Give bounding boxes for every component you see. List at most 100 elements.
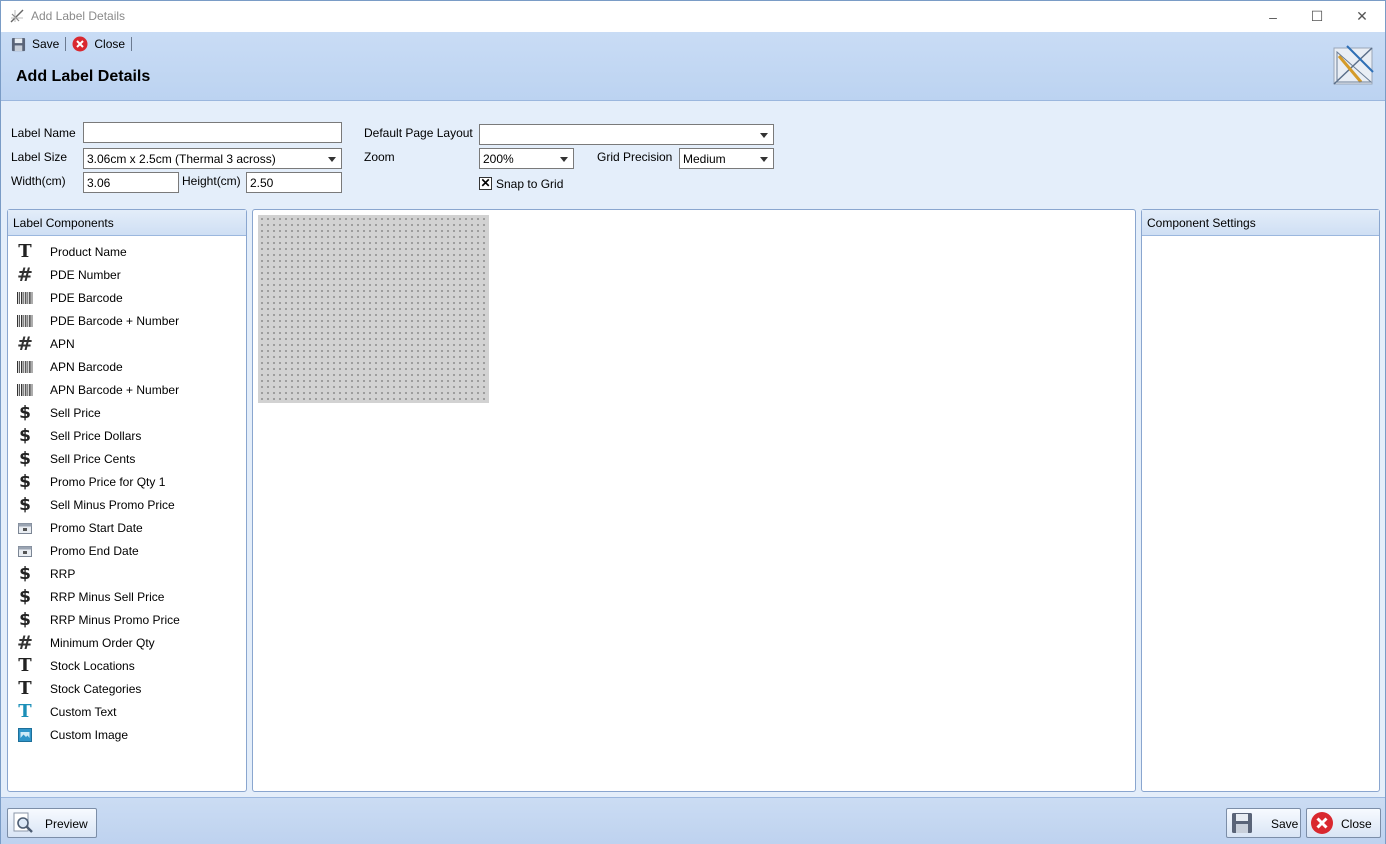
page-title: Add Label Details: [16, 68, 151, 85]
close-button[interactable]: Close: [1306, 808, 1381, 838]
close-circle-icon: [72, 36, 88, 52]
drafting-tools-icon: [1333, 45, 1374, 85]
label-component-item[interactable]: Promo End Date: [8, 539, 246, 562]
label-component-item[interactable]: PDE Barcode + Number: [8, 309, 246, 332]
header-band: Save Close Add Label Details: [1, 32, 1385, 101]
label-component-label: RRP Minus Promo Price: [50, 612, 180, 627]
label-component-label: RRP Minus Sell Price: [50, 589, 165, 604]
label-component-item[interactable]: APN Barcode: [8, 355, 246, 378]
dollar-icon: $: [19, 448, 31, 469]
label-component-item[interactable]: APN Barcode + Number: [8, 378, 246, 401]
label-component-item[interactable]: Custom Image: [8, 723, 246, 746]
minimize-button[interactable]: –: [1250, 1, 1296, 32]
label-components-list: T Product Name # PDE Number PDE Barcode PDE B…: [8, 236, 246, 746]
close-window-button[interactable]: ✕: [1339, 1, 1385, 32]
calendar-icon: [16, 519, 34, 537]
label-size-label: Label Size: [11, 150, 68, 164]
barcode-icon: [16, 358, 34, 376]
label-component-label: Minimum Order Qty: [50, 635, 155, 650]
label-size-value: 3.06cm x 2.5cm (Thermal 3 across): [87, 152, 276, 166]
grid-precision-select[interactable]: Medium: [679, 148, 774, 169]
toolbar-close-label: Close: [94, 37, 126, 51]
label-component-item[interactable]: $ Sell Price Cents: [8, 447, 246, 470]
label-component-label: Stock Categories: [50, 681, 142, 696]
label-component-label: Sell Price Dollars: [50, 428, 142, 443]
chevron-down-icon: [760, 157, 768, 162]
label-component-item[interactable]: $ Sell Price: [8, 401, 246, 424]
label-component-label: RRP: [50, 566, 76, 581]
toolbar-close-button[interactable]: Close: [68, 35, 129, 53]
close-circle-icon: [1311, 812, 1333, 834]
label-component-label: Product Name: [50, 244, 127, 259]
label-component-item[interactable]: $ Sell Price Dollars: [8, 424, 246, 447]
close-icon: ✕: [1356, 8, 1368, 24]
width-label: Width(cm): [11, 174, 66, 188]
label-component-item[interactable]: Promo Start Date: [8, 516, 246, 539]
hash-icon: #: [17, 263, 33, 286]
label-design-grid[interactable]: [258, 215, 489, 403]
text-icon: T: [18, 677, 32, 699]
snap-to-grid-label: Snap to Grid: [496, 177, 564, 191]
height-input[interactable]: 2.50: [246, 172, 342, 193]
label-name-label: Label Name: [11, 126, 76, 140]
zoom-select[interactable]: 200%: [479, 148, 574, 169]
magnifier-icon: [13, 812, 33, 833]
default-page-layout-label: Default Page Layout: [364, 126, 473, 140]
default-page-layout-select[interactable]: [479, 124, 774, 145]
dollar-icon: $: [19, 402, 31, 423]
footer-bar: Preview Save Close: [1, 797, 1385, 844]
toolbar-save-button[interactable]: Save: [7, 35, 63, 53]
toolbar: Save Close: [7, 34, 134, 54]
label-name-input[interactable]: [83, 122, 342, 143]
label-component-item[interactable]: # APN: [8, 332, 246, 355]
barcode-icon: [16, 381, 34, 399]
zoom-value: 200%: [483, 152, 514, 166]
barcode-icon: [16, 312, 34, 330]
text-icon: T: [18, 654, 32, 676]
calendar-icon: [16, 542, 34, 560]
chevron-down-icon: [328, 157, 336, 162]
label-component-label: Promo Start Date: [50, 520, 143, 535]
label-component-label: PDE Number: [50, 267, 121, 282]
custom-text-icon: T: [18, 700, 32, 722]
dollar-icon: $: [19, 609, 31, 630]
dollar-icon: $: [19, 494, 31, 515]
width-input[interactable]: 3.06: [83, 172, 179, 193]
label-component-item[interactable]: $ Promo Price for Qty 1: [8, 470, 246, 493]
label-components-header: Label Components: [8, 210, 246, 236]
label-component-item[interactable]: $ RRP Minus Sell Price: [8, 585, 246, 608]
label-component-label: Sell Minus Promo Price: [50, 497, 175, 512]
label-component-item[interactable]: # PDE Number: [8, 263, 246, 286]
component-settings-header: Component Settings: [1142, 210, 1379, 236]
label-component-label: Stock Locations: [50, 658, 135, 673]
save-button[interactable]: Save: [1226, 808, 1301, 838]
label-component-item[interactable]: $ RRP: [8, 562, 246, 585]
maximize-button[interactable]: ☐: [1294, 1, 1340, 32]
toolbar-separator: [65, 37, 67, 51]
snap-to-grid-checkbox[interactable]: ✕: [479, 177, 492, 190]
label-component-item[interactable]: T Stock Locations: [8, 654, 246, 677]
preview-label: Preview: [45, 817, 88, 831]
hash-icon: #: [17, 332, 33, 355]
preview-button[interactable]: Preview: [7, 808, 97, 838]
label-components-panel: Label Components T Product Name # PDE Numbe…: [7, 209, 247, 792]
maximize-icon: ☐: [1310, 8, 1324, 24]
grid-precision-label: Grid Precision: [597, 150, 673, 164]
label-component-item[interactable]: # Minimum Order Qty: [8, 631, 246, 654]
label-component-item[interactable]: $ RRP Minus Promo Price: [8, 608, 246, 631]
label-component-item[interactable]: T Custom Text: [8, 700, 246, 723]
toolbar-save-label: Save: [32, 37, 60, 51]
label-component-item[interactable]: $ Sell Minus Promo Price: [8, 493, 246, 516]
label-component-label: PDE Barcode + Number: [50, 313, 180, 328]
text-icon: T: [18, 240, 32, 262]
label-component-label: Sell Price: [50, 405, 101, 420]
label-component-item[interactable]: T Product Name: [8, 240, 246, 263]
label-component-label: APN: [50, 336, 75, 351]
label-component-item[interactable]: PDE Barcode: [8, 286, 246, 309]
height-label: Height(cm): [182, 174, 241, 188]
label-component-label: Custom Text: [50, 704, 117, 719]
label-component-item[interactable]: T Stock Categories: [8, 677, 246, 700]
label-component-label: PDE Barcode: [50, 290, 123, 305]
label-size-select[interactable]: 3.06cm x 2.5cm (Thermal 3 across): [83, 148, 342, 169]
label-component-label: Promo End Date: [50, 543, 139, 558]
